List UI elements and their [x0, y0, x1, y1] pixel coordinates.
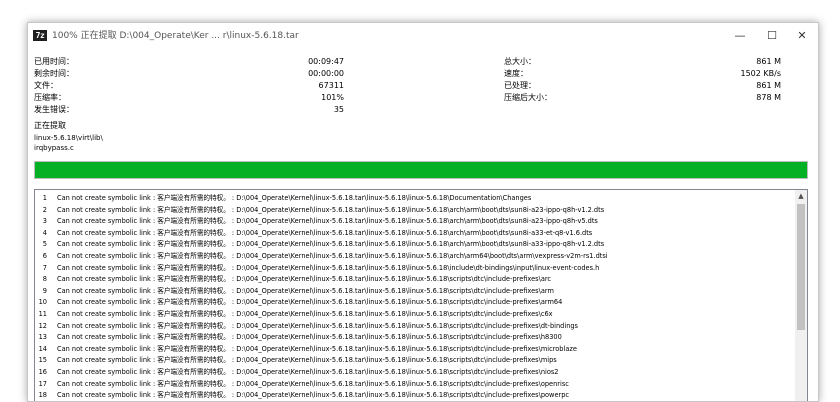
log-row-number: 2	[42, 205, 47, 214]
log-row-message: Can not create symbolic link : 客户端没有所需的特…	[57, 321, 578, 330]
extract-progress-window: 7z 100% 正在提取 D:\004_Operate\Ker ... r\li…	[27, 22, 819, 402]
compressed-size-value: 878 M	[756, 93, 781, 102]
log-row-message: Can not create symbolic link : 客户端没有所需的特…	[57, 263, 600, 272]
log-row-number: 6	[42, 252, 47, 260]
log-row-number: 17	[38, 379, 47, 388]
log-row-number: 8	[42, 275, 47, 284]
minimize-button[interactable]: —	[724, 23, 756, 49]
log-row-message: Can not create symbolic link : 客户端没有所需的特…	[57, 275, 552, 284]
log-row-message: Can not create symbolic link : 客户端没有所需的特…	[57, 228, 593, 237]
log-row-number: 13	[38, 333, 47, 342]
scroll-thumb[interactable]	[797, 204, 805, 330]
log-row-message: Can not create symbolic link : 客户端没有所需的特…	[57, 310, 553, 318]
log-row-message: Can not create symbolic link : 客户端没有所需的特…	[57, 298, 563, 307]
log-row-number: 7	[42, 263, 47, 272]
log-row-number: 10	[38, 298, 47, 307]
stats-panel: 已用时间： 00:09:47 剩余时间： 00:00:00 文件： 67311 …	[34, 55, 794, 125]
log-row-message: Can not create symbolic link : 客户端没有所需的特…	[57, 240, 605, 249]
log-row-message: Can not create symbolic link : 客户端没有所需的特…	[57, 356, 557, 365]
log-row-message: Can not create symbolic link : 客户端没有所需的特…	[57, 194, 532, 202]
log-row-number: 9	[42, 286, 47, 295]
close-button[interactable]: ✕	[786, 23, 818, 49]
log-row-number: 5	[42, 240, 47, 249]
7zip-app-icon: 7z	[33, 30, 47, 41]
compressed-size-label: 压缩后大小：	[504, 93, 552, 102]
log-row-message: Can not create symbolic link : 客户端没有所需的特…	[57, 252, 608, 260]
log-row-number: 18	[38, 391, 47, 400]
log-row-number: 16	[38, 368, 47, 376]
log-row-message: Can not create symbolic link : 客户端没有所需的特…	[57, 217, 598, 226]
log-row-number: 14	[38, 344, 47, 353]
errors-label: 发生错误：	[34, 105, 74, 114]
window-title: 100% 正在提取 D:\004_Operate\Ker ... r\linux…	[52, 31, 299, 41]
log-row-number: 11	[38, 310, 47, 318]
current-action: 正在提取	[34, 121, 66, 130]
log-row-number: 12	[38, 321, 47, 330]
errors-value: 35	[333, 105, 344, 114]
log-row-message: Can not create symbolic link : 客户端没有所需的特…	[57, 368, 559, 376]
log-row-number: 15	[38, 356, 47, 365]
log-row-message: Can not create symbolic link : 客户端没有所需的特…	[57, 286, 554, 295]
log-row-message: Can not create symbolic link : 客户端没有所需的特…	[57, 344, 577, 353]
progress-bar-fill	[35, 162, 807, 178]
scroll-up-arrow-icon[interactable]: ▲	[795, 190, 807, 202]
log-row-message: Can not create symbolic link : 客户端没有所需的特…	[57, 379, 569, 388]
log-row-message: Can not create symbolic link : 客户端没有所需的特…	[57, 333, 562, 342]
log-row-number: 1	[42, 194, 47, 202]
title-bar[interactable]: 7z 100% 正在提取 D:\004_Operate\Ker ... r\li…	[28, 23, 818, 49]
log-row-message: Can not create symbolic link : 客户端没有所需的特…	[57, 205, 605, 214]
error-log-list[interactable]: 18 Can not create symbolic link : 客户端没有所需…	[34, 189, 808, 401]
current-file: irqbypass.c	[34, 144, 74, 152]
log-scrollbar[interactable]: ▲	[795, 190, 807, 401]
log-row-number: 4	[42, 228, 47, 237]
current-path: linux-5.6.18\virt\lib\	[34, 134, 103, 142]
log-row-message: Can not create symbolic link : 客户端没有所需的特…	[57, 391, 570, 400]
log-row-number: 3	[42, 217, 47, 226]
progress-bar	[34, 161, 808, 179]
maximize-button[interactable]: ☐	[756, 23, 788, 49]
